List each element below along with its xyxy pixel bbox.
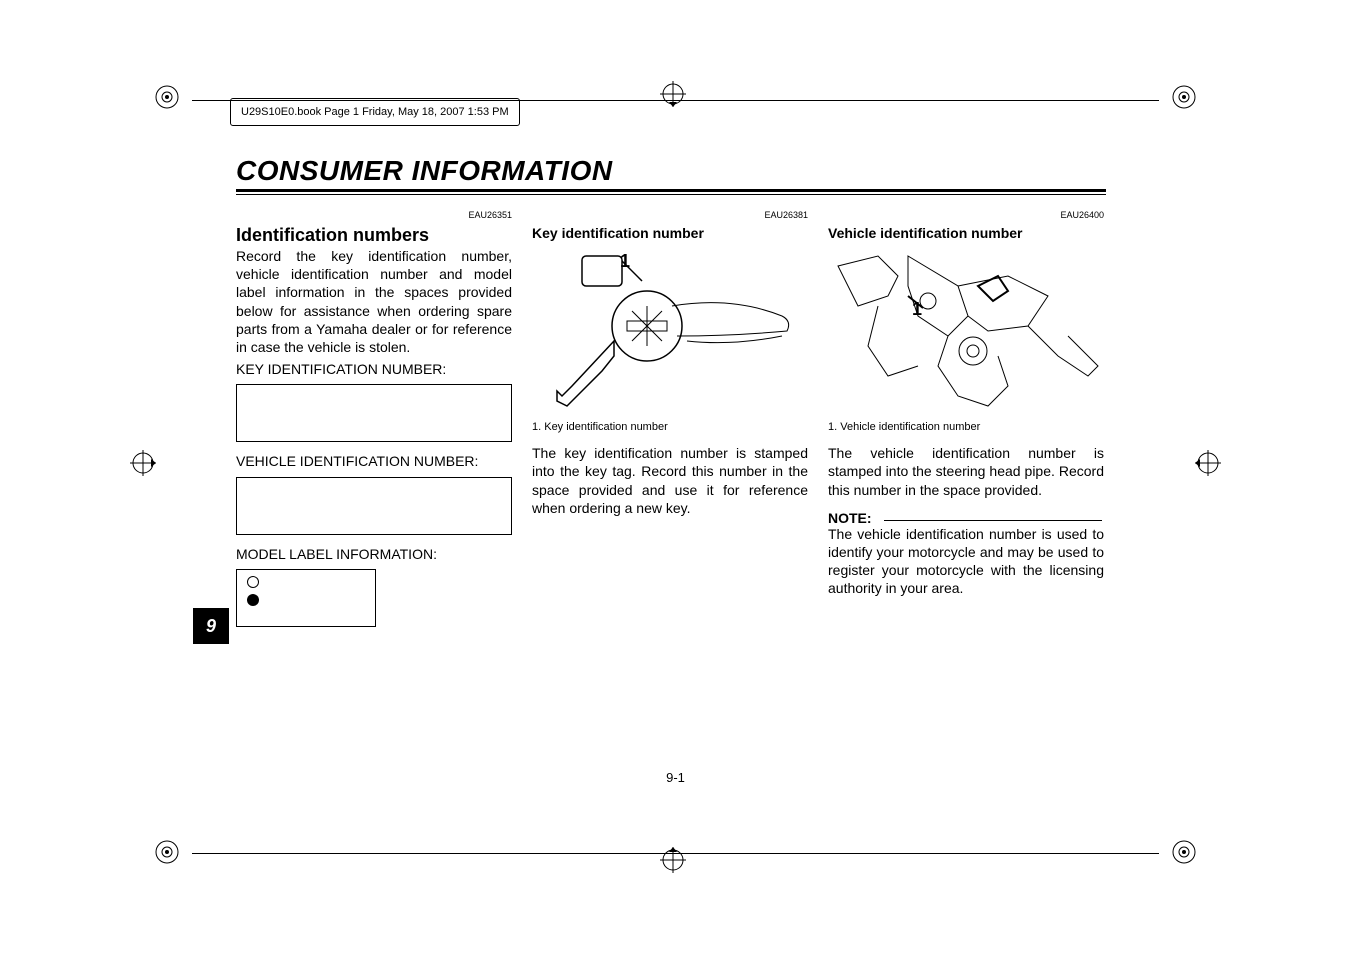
heading-vin: Vehicle identification number (828, 224, 1104, 242)
column-2: EAU26381 Key identification number 1 (532, 210, 808, 627)
key-id-box (236, 384, 512, 442)
figure-callout-vin: 1 (912, 298, 922, 321)
note-rule (884, 520, 1102, 521)
heading-key-id: Key identification number (532, 224, 808, 242)
caption-vin: 1. Vehicle identification number (828, 420, 1104, 434)
book-header: U29S10E0.book Page 1 Friday, May 18, 200… (230, 98, 520, 126)
chapter-tab: 9 (193, 608, 229, 644)
title-rule-thick (236, 189, 1106, 192)
registration-mark-left (130, 450, 156, 476)
refcode-2: EAU26381 (532, 210, 808, 222)
figure-callout-key: 1 (620, 250, 630, 273)
note-body: The vehicle identification number is use… (828, 525, 1104, 598)
label-key-id: KEY IDENTIFICATION NUMBER: (236, 360, 512, 378)
note-label: NOTE: (828, 510, 872, 526)
figure-vin: 1 (828, 246, 1104, 416)
label-model: MODEL LABEL INFORMATION: (236, 545, 512, 563)
registration-mark-bottom (660, 847, 686, 873)
body-col2: The key identification number is stamped… (532, 444, 808, 517)
crop-mark-tl (155, 85, 195, 130)
vin-box (236, 477, 512, 535)
caption-key: 1. Key identification number (532, 420, 808, 434)
book-info-text: U29S10E0.book Page 1 Friday, May 18, 200… (241, 106, 509, 118)
refcode-1: EAU26351 (236, 210, 512, 222)
figure-key: 1 (532, 246, 808, 416)
column-1: EAU26351 Identification numbers Record t… (236, 210, 512, 627)
title-rule-thin (236, 194, 1106, 195)
chapter-title: CONSUMER INFORMATION (236, 155, 1106, 187)
circle-filled-icon (247, 594, 259, 606)
column-3: EAU26400 Vehicle identification number 1… (828, 210, 1104, 627)
chapter-tab-number: 9 (206, 616, 216, 637)
page-number: 9-1 (0, 770, 1351, 785)
circle-open-icon (247, 576, 259, 588)
body-col1: Record the key identification number, ve… (236, 247, 512, 356)
registration-mark-right (1195, 450, 1221, 476)
registration-mark-top (660, 81, 686, 107)
frame-line-bottom (192, 853, 1159, 854)
crop-mark-br (1156, 824, 1196, 869)
crop-mark-bl (155, 824, 195, 869)
body-col3: The vehicle identification number is sta… (828, 444, 1104, 499)
label-vin: VEHICLE IDENTIFICATION NUMBER: (236, 452, 512, 470)
heading-identification: Identification numbers (236, 224, 512, 247)
refcode-3: EAU26400 (828, 210, 1104, 222)
model-label-box (236, 569, 376, 627)
crop-mark-tr (1156, 85, 1196, 130)
